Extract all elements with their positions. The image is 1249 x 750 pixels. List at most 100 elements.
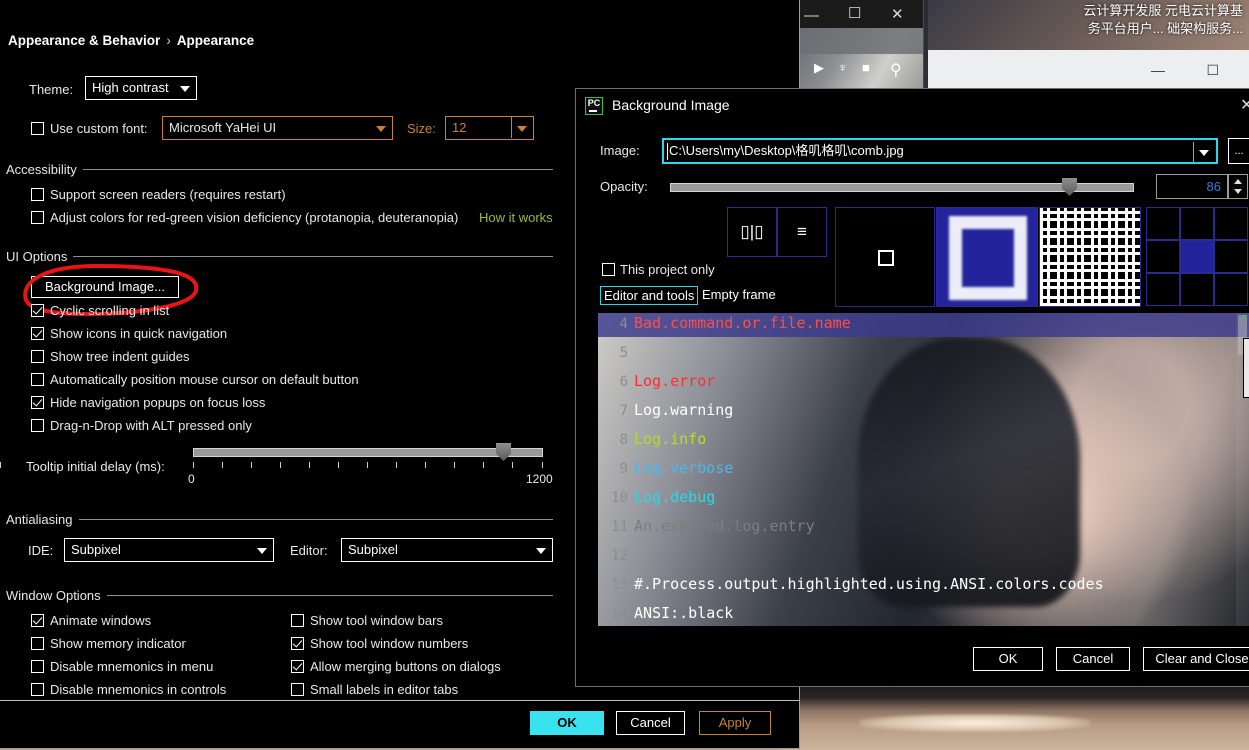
bg-ok-button[interactable]: OK [973, 647, 1043, 671]
disable-mnemonics-menu-checkbox[interactable] [31, 660, 44, 673]
background-image-button[interactable]: Background Image... [31, 276, 179, 298]
center-fill-icon [878, 250, 894, 266]
editor-antialiasing-select[interactable]: Subpixel [341, 538, 553, 562]
close-icon[interactable]: ✕ [891, 5, 904, 23]
code-line: 9 Log.verbose [598, 454, 1249, 483]
show-tree-indent-guides-checkbox[interactable] [31, 350, 44, 363]
tooltip-delay-slider-track[interactable] [193, 448, 543, 457]
media-controls[interactable]: ⋯ ▶ ♆ ■ ⚲ [786, 28, 923, 79]
ide-antialiasing-value: Subpixel [71, 542, 121, 557]
show-memory-indicator-checkbox[interactable] [31, 637, 44, 650]
minimize-icon[interactable]: — [804, 7, 819, 24]
how-it-works-link[interactable]: How it works [479, 210, 553, 225]
mirror-vertical-button[interactable]: ≡ [777, 207, 827, 257]
maximize-icon[interactable]: ☐ [848, 4, 861, 22]
browser-text-line2: 务平台用户... 础架构服务... [1087, 21, 1243, 36]
chevron-down-icon [517, 126, 527, 132]
minimize-icon[interactable]: — [1151, 62, 1165, 78]
background-browser-toolbar[interactable]: — ☐ [928, 50, 1249, 90]
scope-toggle-editor-and-tools[interactable]: Editor and tools [600, 286, 699, 305]
disable-mnemonics-controls-checkbox[interactable] [31, 683, 44, 696]
ok-button[interactable]: OK [530, 711, 604, 735]
opacity-stepper[interactable] [1228, 174, 1248, 199]
opacity-value-input[interactable]: 86 [1156, 174, 1228, 199]
fill-mode-center[interactable] [835, 207, 935, 307]
window-options-group-title: Window Options [6, 588, 107, 603]
code-text: Log.info [634, 430, 707, 448]
animate-windows-label: Animate windows [50, 613, 152, 628]
anchor-bottom-left[interactable] [1146, 273, 1180, 306]
line-number: 13 [611, 577, 628, 593]
line-number: 9 [619, 461, 628, 477]
code-text: Log.error [634, 372, 716, 390]
font-size-select[interactable]: 12 [445, 116, 534, 140]
browse-file-button[interactable]: ... [1228, 138, 1249, 164]
anchor-top-center[interactable] [1180, 207, 1214, 240]
mirror-horizontal-icon: ▯|▯ [740, 222, 764, 241]
anchor-middle-center[interactable] [1180, 240, 1214, 273]
dialog-title: Background Image [612, 97, 730, 113]
anchor-bottom-right[interactable] [1214, 273, 1248, 306]
this-project-only-checkbox[interactable] [602, 263, 615, 276]
apply-button[interactable]: Apply [699, 711, 771, 735]
cancel-button[interactable]: Cancel [616, 711, 685, 735]
chevron-down-icon[interactable] [1193, 142, 1214, 162]
tooltip-popup [1243, 338, 1249, 398]
use-custom-font-checkbox[interactable] [31, 122, 44, 135]
media-player-window[interactable]: — ☐ ✕ ⋯ ▶ ♆ ■ ⚲ [786, 0, 924, 88]
code-line: 8 Log.info [598, 425, 1249, 454]
show-tree-indent-guides-label: Show tree indent guides [50, 349, 190, 364]
show-icons-quick-nav-checkbox[interactable] [31, 327, 44, 340]
divider [74, 519, 553, 520]
bg-cancel-button[interactable]: Cancel [1056, 647, 1130, 671]
anchor-bottom-center[interactable] [1180, 273, 1214, 306]
stop-icon[interactable]: ■ [862, 60, 870, 75]
allow-merging-buttons-label: Allow merging buttons on dialogs [310, 659, 501, 674]
ide-antialiasing-select[interactable]: Subpixel [64, 538, 274, 562]
breadcrumb-root[interactable]: Appearance & Behavior [8, 33, 160, 48]
code-text: #.Process.output.highlighted.using.ANSI.… [634, 575, 1104, 593]
anchor-middle-right[interactable] [1214, 240, 1248, 273]
adjust-colors-checkbox[interactable] [31, 211, 44, 224]
show-tool-window-numbers-label: Show tool window numbers [310, 636, 469, 651]
mirror-horizontal-button[interactable]: ▯|▯ [727, 207, 777, 257]
allow-merging-buttons-checkbox[interactable] [291, 660, 304, 673]
code-text: ANSI:.black [634, 604, 734, 622]
support-screen-readers-checkbox[interactable] [31, 188, 44, 201]
auto-position-cursor-checkbox[interactable] [31, 373, 44, 386]
fill-mode-tile[interactable] [1039, 207, 1141, 307]
drag-n-drop-alt-checkbox[interactable] [31, 419, 44, 432]
anchor-top-right[interactable] [1214, 207, 1248, 240]
play-icon[interactable]: ▶ [814, 60, 824, 76]
anchor-position-grid[interactable] [1146, 207, 1248, 307]
image-path-input[interactable]: C:\Users\my\Desktop\格叽格叽\comb.jpg [662, 138, 1218, 164]
divider [0, 700, 799, 701]
code-text: Bad.command.or.file.name [634, 314, 851, 332]
custom-font-value: Microsoft YaHei UI [169, 120, 277, 135]
fill-mode-scale[interactable] [936, 207, 1038, 307]
animate-windows-checkbox[interactable] [31, 614, 44, 627]
divider [103, 595, 553, 596]
ide-antialiasing-label: IDE: [28, 543, 54, 558]
maximize-icon[interactable]: ☐ [1206, 62, 1219, 79]
close-icon[interactable]: ✕ [1240, 95, 1249, 115]
bg-clear-and-close-button[interactable]: Clear and Close [1143, 647, 1249, 671]
mirror-vertical-icon: ≡ [797, 222, 807, 241]
hide-nav-popups-checkbox[interactable] [31, 396, 44, 409]
anchor-top-left[interactable] [1146, 207, 1180, 240]
small-labels-editor-tabs-label: Small labels in editor tabs [310, 682, 459, 697]
anchor-middle-left[interactable] [1146, 240, 1180, 273]
image-path-value: C:\Users\my\Desktop\格叽格叽\comb.jpg [669, 143, 904, 158]
small-labels-editor-tabs-checkbox[interactable] [291, 683, 304, 696]
search-icon[interactable]: ⚲ [890, 60, 902, 80]
bug-icon[interactable]: ♆ [838, 60, 848, 75]
theme-select[interactable]: High contrast [85, 76, 197, 100]
scope-toggle-empty-frame[interactable]: Empty frame [702, 287, 776, 302]
show-tool-window-bars-checkbox[interactable] [291, 614, 304, 627]
show-tool-window-numbers-checkbox[interactable] [291, 637, 304, 650]
cyclic-scrolling-checkbox[interactable] [31, 304, 44, 317]
support-screen-readers-label: Support screen readers (requires restart… [50, 187, 286, 202]
theme-value: High contrast [92, 80, 169, 95]
custom-font-select[interactable]: Microsoft YaHei UI [162, 116, 393, 140]
show-icons-quick-nav-label: Show icons in quick navigation [50, 326, 228, 341]
